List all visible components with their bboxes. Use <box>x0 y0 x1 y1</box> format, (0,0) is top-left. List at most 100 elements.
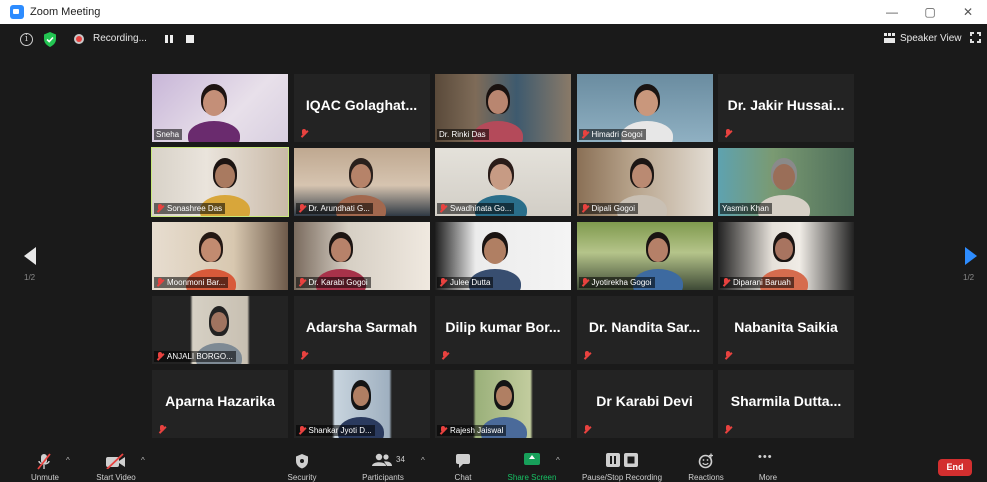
more-button[interactable]: ••• More <box>748 444 788 482</box>
participant-name-caption: Himadri Gogoi <box>578 129 646 140</box>
participant-face <box>203 90 225 116</box>
fullscreen-icon[interactable] <box>969 31 982 44</box>
muted-mic-icon <box>298 278 306 287</box>
meeting-top-bar: i Recording... <box>0 24 987 54</box>
participant-tile[interactable]: Dr. Karabi Gogoi <box>293 222 430 290</box>
participant-face <box>484 238 506 264</box>
pause-stop-recording-button[interactable]: Pause/Stop Recording <box>574 444 670 482</box>
video-options-chevron-icon[interactable]: ^ <box>141 456 145 465</box>
meeting-info-icon[interactable]: i <box>20 33 33 46</box>
muted-mic-icon <box>583 425 591 434</box>
participant-face <box>488 90 508 114</box>
pause-recording-icon[interactable] <box>165 35 173 43</box>
microphone-muted-icon <box>37 453 51 470</box>
participant-tile[interactable]: Jyotirekha Gogoi <box>576 222 713 290</box>
participant-tile[interactable]: Nabanita Saikia <box>718 296 854 364</box>
participant-tile[interactable]: Sneha <box>152 74 288 142</box>
participant-tile[interactable]: Shankar Jyoti D... <box>293 370 430 438</box>
participant-tile[interactable]: Dr. Nandita Sar... <box>576 296 713 364</box>
muted-mic-icon <box>156 278 164 287</box>
participant-face <box>635 90 658 116</box>
participant-tile[interactable]: Sonashree Das <box>151 147 289 217</box>
participant-tile[interactable]: Dr Karabi Devi <box>576 370 713 438</box>
page-indicator-right: 1/2 <box>963 273 975 282</box>
participant-name-caption: Dipali Gogoi <box>578 203 639 214</box>
participants-options-chevron-icon[interactable]: ^ <box>421 456 425 465</box>
participant-tile[interactable]: Diparani Baruah <box>718 222 854 290</box>
participant-tile[interactable]: ANJALI BORGO... <box>152 296 288 364</box>
encryption-shield-icon[interactable] <box>43 32 57 47</box>
start-video-label: Start Video <box>96 473 136 482</box>
participant-tile[interactable]: Himadri Gogoi <box>576 74 713 142</box>
muted-indicator <box>724 351 735 360</box>
participant-name: Shankar Jyoti D... <box>308 426 372 435</box>
reactions-smiley-icon <box>698 453 713 469</box>
participant-face <box>352 386 369 406</box>
participant-face <box>773 164 795 190</box>
close-button[interactable]: ✕ <box>949 0 987 24</box>
speaker-view-label: Speaker View <box>900 32 962 44</box>
participant-name: Dr. Jakir Hussai... <box>727 96 845 113</box>
participant-name-caption: Shankar Jyoti D... <box>295 425 375 436</box>
participant-tile[interactable]: Rajesh Jaiswal <box>435 370 571 438</box>
participants-button[interactable]: 34 Participants <box>355 444 411 482</box>
participant-name: Sharmila Dutta... <box>730 392 842 409</box>
participant-tile[interactable]: Adarsha Sarmah <box>293 296 430 364</box>
start-video-button[interactable]: Start Video <box>90 444 142 482</box>
recording-status: Recording... <box>93 33 147 44</box>
participant-tile[interactable]: Swadhinata Go... <box>435 148 571 216</box>
muted-mic-icon <box>441 351 449 360</box>
reactions-button[interactable]: Reactions <box>683 444 729 482</box>
unmute-button[interactable]: Unmute <box>22 444 68 482</box>
muted-indicator <box>441 351 452 360</box>
participant-tile[interactable]: Dipali Gogoi <box>576 148 713 216</box>
participant-name-caption: Sneha <box>154 129 183 140</box>
participant-tile[interactable]: Dr. Rinki Das <box>435 74 571 142</box>
speaker-view-button[interactable]: Speaker View <box>884 30 962 46</box>
end-meeting-button[interactable]: End <box>938 459 972 476</box>
participant-name: IQAC Golaghat... <box>305 96 418 113</box>
participant-name: Dr Karabi Devi <box>596 392 693 409</box>
share-options-chevron-icon[interactable]: ^ <box>556 456 560 465</box>
next-page-arrow-icon[interactable] <box>965 247 977 265</box>
chat-button[interactable]: Chat <box>444 444 482 482</box>
minimize-button[interactable]: — <box>873 0 911 24</box>
participant-name-caption: Swadhinata Go... <box>437 203 515 214</box>
participant-name-caption: ANJALI BORGO... <box>154 351 236 362</box>
participants-count: 34 <box>396 455 405 464</box>
audio-options-chevron-icon[interactable]: ^ <box>66 456 70 465</box>
muted-indicator <box>158 425 169 434</box>
share-screen-label: Share Screen <box>507 473 557 482</box>
participant-face <box>211 312 227 332</box>
security-button[interactable]: Security <box>280 444 324 482</box>
participant-name-caption: Sonashree Das <box>154 203 226 214</box>
participant-tile[interactable]: Dr. Jakir Hussai... <box>718 74 854 142</box>
participant-tile[interactable]: Aparna Hazarika <box>152 370 288 438</box>
participant-tile[interactable]: Yasmin Khan <box>718 148 854 216</box>
muted-mic-icon <box>581 278 589 287</box>
participant-face <box>647 238 668 262</box>
participant-tile[interactable]: Julee Dutta <box>435 222 571 290</box>
participant-name: ANJALI BORGO... <box>167 352 233 361</box>
muted-indicator <box>583 351 594 360</box>
stop-recording-icon[interactable] <box>186 35 194 43</box>
participant-name-caption: Rajesh Jaiswal <box>437 425 507 436</box>
muted-mic-icon <box>156 352 164 361</box>
participant-name: Himadri Gogoi <box>591 130 643 139</box>
participant-tile[interactable]: Dr. Arundhati G... <box>293 148 430 216</box>
share-screen-button[interactable]: Share Screen <box>502 444 562 482</box>
gallery-grid: Sneha IQAC Golaghat... Dr. Rinki Das Himadr… <box>151 74 854 438</box>
participant-tile[interactable]: Dilip kumar Bor... <box>435 296 571 364</box>
restore-button[interactable]: ▢ <box>911 0 949 24</box>
participants-label: Participants <box>362 473 404 482</box>
participant-name-caption: Diparani Baruah <box>720 277 794 288</box>
participant-tile[interactable]: Sharmila Dutta... <box>718 370 854 438</box>
participant-tile[interactable]: Moonmoni Bar... <box>152 222 288 290</box>
chat-bubble-icon <box>456 454 470 468</box>
participant-tile[interactable]: IQAC Golaghat... <box>293 74 430 142</box>
muted-mic-icon <box>724 351 732 360</box>
previous-page-arrow-icon[interactable] <box>24 247 36 265</box>
participant-name-caption: Julee Dutta <box>437 277 494 288</box>
muted-mic-icon <box>300 129 308 138</box>
muted-mic-icon <box>581 204 589 213</box>
